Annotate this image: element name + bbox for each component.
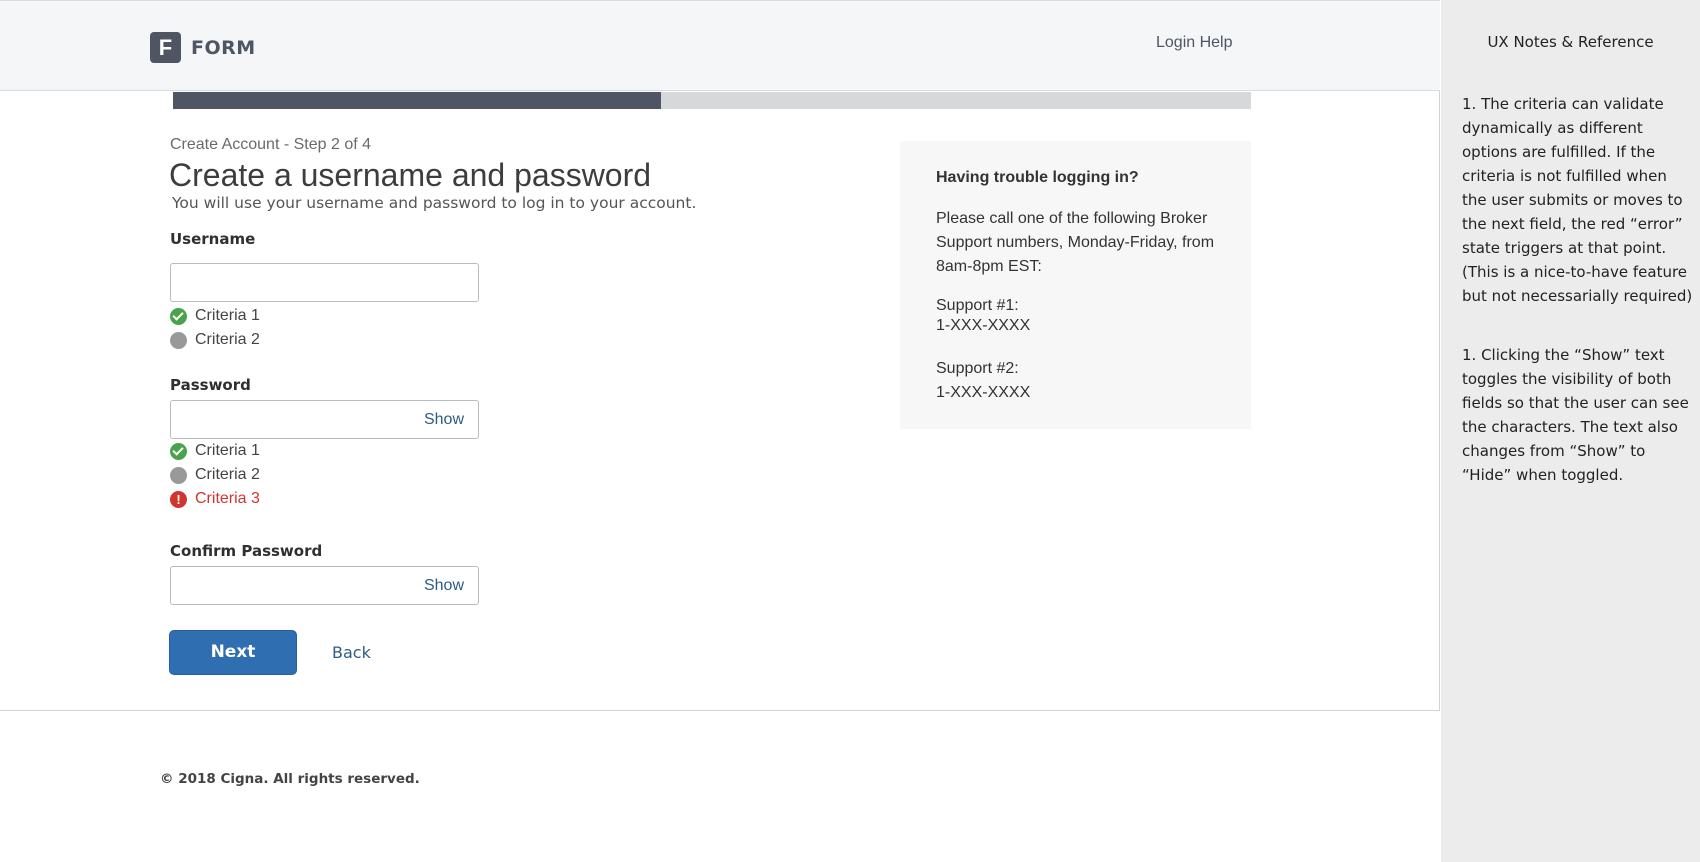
progress-bar	[173, 92, 1251, 109]
header: F FORM Login Help	[0, 0, 1440, 91]
step-label: Create Account - Step 2 of 4	[170, 136, 372, 153]
confirm-password-label: Confirm Password	[170, 542, 323, 560]
ux-note-criteria: 1. The criteria can validate dynamically…	[1462, 95, 1693, 305]
back-link[interactable]: Back	[332, 643, 371, 662]
neutral-circle-icon	[170, 331, 187, 349]
password-show-toggle[interactable]: Show	[424, 411, 464, 429]
password-criteria-3: Criteria 3	[170, 490, 260, 508]
copyright-text: © 2018 Cigna. All rights reserved.	[160, 771, 420, 787]
username-label: Username	[170, 230, 256, 248]
check-circle-icon	[170, 307, 187, 325]
login-help-link[interactable]: Login Help	[1156, 34, 1233, 52]
help-title: Having trouble logging in?	[936, 169, 1139, 186]
logo: F FORM	[150, 32, 256, 63]
confirm-password-show-toggle[interactable]: Show	[424, 577, 464, 595]
page-title: Create a username and password	[169, 157, 652, 193]
help-body: Please call one of the following Broker …	[936, 210, 1215, 275]
ux-note-show-toggle: 1. Clicking the “Show” text toggles the …	[1462, 346, 1689, 484]
criteria-label: Criteria 2	[195, 331, 260, 348]
password-label: Password	[170, 376, 251, 394]
criteria-label: Criteria 3	[195, 490, 260, 507]
criteria-label: Criteria 2	[195, 466, 260, 483]
main-page: F FORM Login Help Create Account - Step …	[0, 0, 1440, 862]
page-subtitle: You will use your username and password …	[172, 194, 697, 212]
footer: © 2018 Cigna. All rights reserved.	[0, 710, 1440, 862]
password-input[interactable]: Show	[170, 400, 479, 439]
username-input[interactable]	[170, 263, 479, 302]
logo-icon: F	[150, 32, 181, 63]
support-2-number: 1-XXX-XXXX	[936, 384, 1031, 401]
ux-notes-title: UX Notes & Reference	[1487, 33, 1654, 51]
criteria-label: Criteria 1	[195, 307, 260, 324]
neutral-circle-icon	[170, 466, 187, 484]
username-criteria-1: Criteria 1	[170, 307, 260, 325]
help-panel: Having trouble logging in? Please call o…	[900, 141, 1251, 429]
password-criteria-2: Criteria 2	[170, 466, 260, 484]
password-criteria-1: Criteria 1	[170, 442, 260, 460]
next-button[interactable]: Next	[169, 630, 297, 675]
logo-text: FORM	[191, 36, 256, 59]
username-criteria-2: Criteria 2	[170, 331, 260, 349]
progress-bar-fill	[173, 92, 662, 109]
criteria-label: Criteria 1	[195, 442, 260, 459]
confirm-password-input[interactable]: Show	[170, 566, 479, 605]
check-circle-icon	[170, 442, 187, 460]
support-1-number: 1-XXX-XXXX	[936, 317, 1031, 334]
support-1-label: Support #1:	[936, 297, 1019, 314]
support-2-label: Support #2:	[936, 360, 1019, 377]
error-exclamation-icon	[170, 490, 187, 508]
ux-notes-panel: UX Notes & Reference 1. The criteria can…	[1441, 0, 1700, 862]
